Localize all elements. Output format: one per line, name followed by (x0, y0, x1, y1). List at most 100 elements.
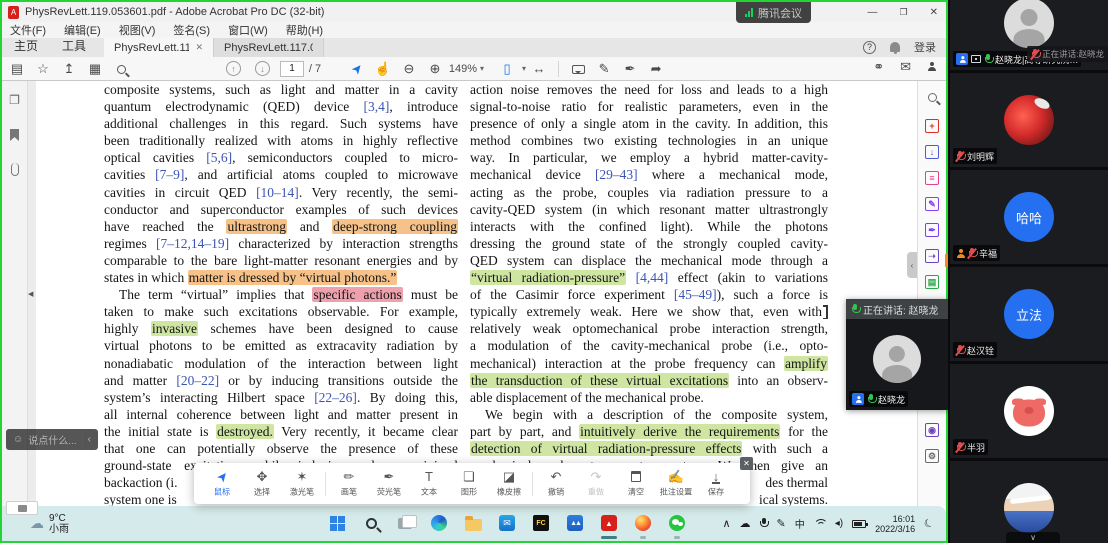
meeting-app-badge[interactable]: 腾讯会议 (736, 2, 811, 23)
annotation-toolbar-close-icon[interactable]: ✕ (740, 457, 753, 470)
comment-icon[interactable] (565, 61, 591, 76)
annotation-tool-save[interactable]: ↓保存 (696, 469, 736, 498)
attachments-icon[interactable] (11, 163, 19, 176)
annotation-tool-redo[interactable]: ↷重做 (576, 469, 616, 498)
participant-tile[interactable]: 立法赵汉铨 (950, 267, 1108, 361)
tab-home[interactable]: 主页 (2, 35, 50, 57)
find-icon[interactable] (108, 61, 134, 76)
notification-bell-icon[interactable] (890, 42, 900, 52)
tab-tools[interactable]: 工具 (50, 35, 98, 57)
fit-page-icon[interactable]: ▯ (494, 61, 520, 77)
tray-mic-icon[interactable] (760, 518, 768, 529)
search-tools-icon[interactable] (928, 89, 937, 107)
close-button[interactable]: ✕ (930, 7, 938, 18)
fit-width-icon[interactable]: ↔ (526, 61, 552, 76)
onedrive-cloud-icon[interactable]: ☁ (740, 517, 751, 530)
taskbar-firefox-icon[interactable] (630, 510, 656, 536)
participant-tile[interactable] (950, 461, 1108, 543)
edit-pdf-icon[interactable]: ✎ (925, 197, 939, 211)
speaker-panel[interactable]: 正在讲话: 赵晓龙 赵晓龙 (846, 299, 948, 410)
annotation-tool-eraser[interactable]: ◪橡皮擦 (489, 469, 529, 498)
weather-widget[interactable]: ☁ 9°C 小雨 (30, 513, 69, 535)
print-icon[interactable]: ▦ (82, 61, 108, 77)
fill-sign-icon[interactable]: ✒ (925, 223, 939, 237)
save-icon[interactable]: ▤ (4, 61, 30, 77)
export-pdf-icon[interactable]: ↓ (925, 145, 939, 159)
scan-ocr-icon[interactable]: ▤ (925, 275, 939, 289)
taskbar-wechat-icon[interactable] (664, 510, 690, 536)
create-pdf-icon[interactable]: + (925, 119, 939, 133)
collapse-chat-icon[interactable]: ‹ (88, 434, 91, 445)
battery-icon[interactable] (852, 520, 866, 528)
menu-item[interactable]: 帮助(H) (286, 22, 323, 38)
night-mode-icon[interactable]: ☾ (922, 516, 936, 532)
annotation-tool-shape[interactable]: ❏图形 (449, 469, 489, 498)
volume-icon[interactable]: ◂) (835, 518, 843, 529)
meeting-chat-pill[interactable]: ☺ 说点什么... ‹ (6, 429, 98, 450)
annotation-tool-trash[interactable]: 清空 (616, 469, 656, 498)
taskbar-edge-icon[interactable] (426, 510, 452, 536)
zoom-level[interactable]: 149% (448, 63, 478, 75)
chat-placeholder[interactable]: 说点什么... (28, 432, 76, 447)
fill-sign-icon[interactable]: ✒ (617, 61, 643, 77)
annotation-tool-laser[interactable]: ✶激光笔 (282, 469, 322, 498)
page-thumbnails-icon[interactable]: ❐ (9, 93, 20, 107)
help-icon[interactable]: ? (863, 41, 876, 54)
minimize-button[interactable]: — (868, 7, 878, 18)
taskbar-docs-icon[interactable]: ▲▲ (562, 510, 588, 536)
tray-expand-icon[interactable]: ∧ (722, 517, 730, 530)
participant-tile[interactable]: 哈哈辛福 (950, 170, 1108, 264)
login-button[interactable]: 登录 (914, 39, 936, 55)
annotation-tool-undo[interactable]: ↶撤销 (536, 469, 576, 498)
annotation-tool-cursor[interactable]: ➤鼠标 (202, 469, 242, 498)
menu-item[interactable]: 签名(S) (173, 22, 210, 38)
show-more-participants-button[interactable]: ∨ (1006, 532, 1060, 543)
menu-item[interactable]: 视图(V) (119, 22, 156, 38)
doc-tab-active[interactable]: PhysRevLett.119.05... ✕ (104, 38, 214, 57)
participant-tile[interactable]: 刘明辉 (950, 73, 1108, 167)
collapse-left-icon[interactable]: ◀ (28, 290, 33, 298)
organize-pages-icon[interactable]: ≡ (925, 171, 939, 185)
email-icon[interactable]: ✉ (900, 59, 911, 75)
send-for-comments-icon[interactable]: ➝ (925, 249, 939, 263)
restore-button[interactable]: ❐ (900, 7, 908, 18)
input-method-indicator[interactable]: 中 (795, 516, 805, 531)
annotation-tool-highlighter[interactable]: ✒荧光笔 (369, 469, 409, 498)
taskbar-mail-icon[interactable]: ✉ (494, 510, 520, 536)
send-file-icon[interactable]: ➦ (643, 61, 669, 77)
taskbar-task-view-icon[interactable] (392, 510, 418, 536)
annotation-tool-text[interactable]: T文本 (409, 469, 449, 498)
next-page-icon[interactable]: ↓ (255, 61, 270, 76)
annotation-tool-brush[interactable]: ✏画笔 (329, 469, 369, 498)
participant-tile[interactable]: 赵晓龙|高等研究院…正在讲话:赵晓龙 (950, 0, 1108, 70)
link-icon[interactable]: ⚭ (873, 59, 884, 75)
star-icon[interactable]: ☆ (30, 61, 56, 77)
select-tool-icon[interactable]: ➤ (344, 61, 370, 77)
taskbar-search-icon[interactable] (358, 510, 384, 536)
hand-tool-icon[interactable]: ☝ (370, 61, 396, 77)
previous-page-icon[interactable]: ↑ (226, 61, 241, 76)
share-upload-icon[interactable]: ↥ (56, 61, 82, 77)
taskbar-acrobat-icon[interactable]: ▲ (596, 510, 622, 536)
share-person-icon[interactable] (927, 59, 936, 75)
stamp-icon[interactable]: ◉ (925, 423, 939, 437)
participant-tile[interactable]: 半羽 (950, 364, 1108, 458)
zoom-out-icon[interactable]: ⊖ (396, 61, 422, 77)
doc-tab-inactive[interactable]: PhysRevLett.117.04... (214, 38, 324, 57)
zoom-caret-icon[interactable]: ▾ (480, 64, 484, 73)
bookmarks-icon[interactable] (10, 129, 19, 141)
clock[interactable]: 16:01 2022/3/16 (875, 514, 915, 534)
wifi-icon[interactable] (814, 519, 826, 528)
menu-item[interactable]: 窗口(W) (228, 22, 268, 38)
annotation-tool-select[interactable]: ✥选择 (242, 469, 282, 498)
more-tools-icon[interactable]: ⚙ (925, 449, 939, 463)
taskbar-explorer-icon[interactable] (460, 510, 486, 536)
pen-icon[interactable]: ✎ (777, 517, 786, 530)
taskbar-start-icon[interactable] (324, 510, 350, 536)
close-tab-icon[interactable]: ✕ (195, 42, 203, 53)
panel-handle[interactable]: ‹ (907, 252, 917, 278)
highlight-pen-icon[interactable]: ✎ (591, 61, 617, 77)
emoji-icon[interactable]: ☺ (13, 434, 23, 445)
zoom-in-icon[interactable]: ⊕ (422, 61, 448, 77)
annotation-tool-settings[interactable]: ✍批注设置 (656, 469, 696, 498)
